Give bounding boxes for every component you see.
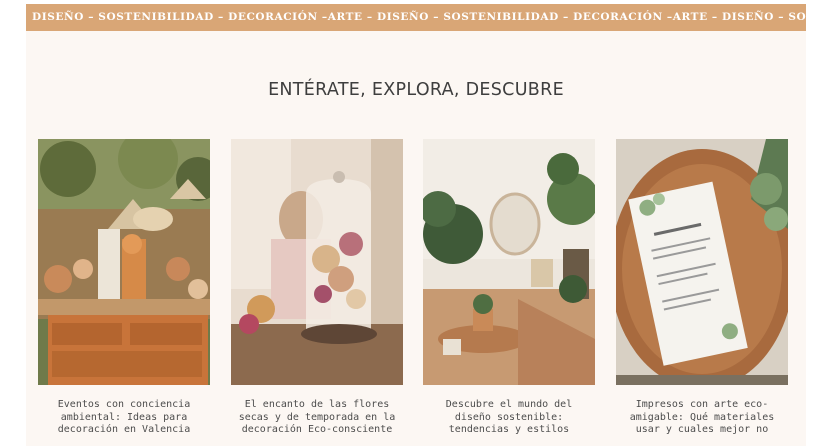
post-caption-impresos[interactable]: Impresos con arte eco-amigable: Qué mate… <box>616 399 788 437</box>
post-image-impresos[interactable] <box>616 139 788 385</box>
marquee-banner: DISEÑO – SOSTENIBILIDAD – DECORACIÓN –AR… <box>26 4 806 31</box>
post-card-diseno-sostenible[interactable]: Descubre el mundo del diseño sostenible:… <box>423 139 595 437</box>
post-image-flores-secas[interactable] <box>231 139 403 385</box>
page-frame: DISEÑO – SOSTENIBILIDAD – DECORACIÓN –AR… <box>26 4 806 446</box>
post-caption-eventos[interactable]: Eventos con conciencia ambiental: Ideas … <box>38 399 210 437</box>
marquee-text: DISEÑO – SOSTENIBILIDAD – DECORACIÓN –AR… <box>32 11 806 23</box>
post-card-flores-secas[interactable]: El encanto de las flores secas y de temp… <box>231 139 403 437</box>
post-card-eventos[interactable]: Eventos con conciencia ambiental: Ideas … <box>38 139 210 437</box>
post-caption-flores-secas[interactable]: El encanto de las flores secas y de temp… <box>231 399 403 437</box>
post-image-diseno-sostenible[interactable] <box>423 139 595 385</box>
post-image-eventos[interactable] <box>38 139 210 385</box>
post-card-impresos[interactable]: Impresos con arte eco-amigable: Qué mate… <box>616 139 788 437</box>
post-caption-diseno-sostenible[interactable]: Descubre el mundo del diseño sostenible:… <box>423 399 595 437</box>
section-title: ENTÉRATE, EXPLORA, DESCUBRE <box>268 80 564 100</box>
